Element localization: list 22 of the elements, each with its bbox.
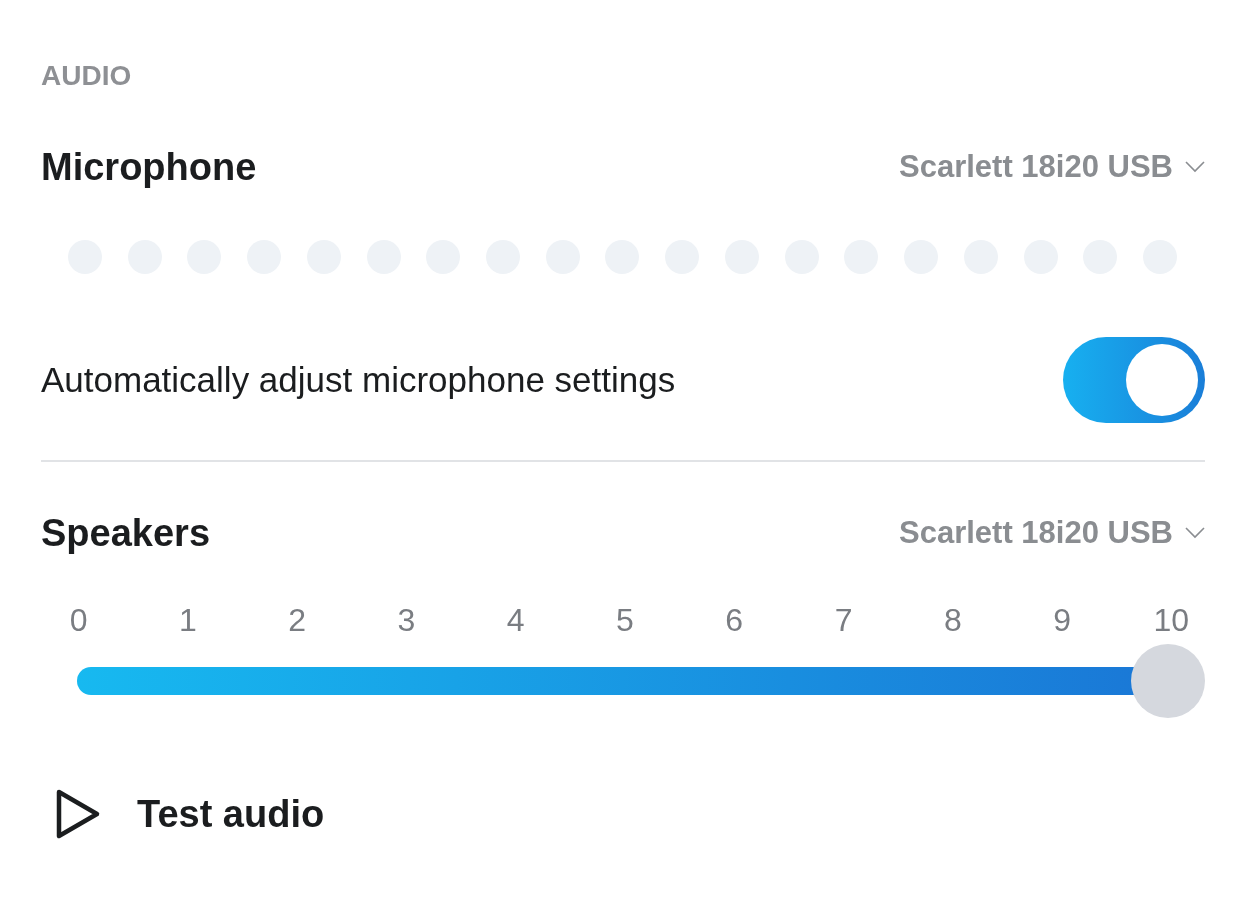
volume-tick-label: 7	[833, 601, 854, 640]
volume-tick-label: 3	[396, 601, 417, 640]
auto-adjust-label: Automatically adjust microphone settings	[41, 360, 676, 400]
section-title: AUDIO	[41, 59, 133, 93]
volume-tick-label: 9	[1052, 601, 1072, 640]
speakers-label: Speakers	[41, 511, 210, 555]
chevron-down-icon	[1185, 527, 1205, 539]
volume-tick-label: 0	[68, 601, 89, 640]
volume-slider[interactable]	[77, 644, 1205, 718]
volume-tick-label: 5	[615, 601, 635, 640]
chevron-down-icon	[1185, 161, 1205, 173]
play-icon	[55, 788, 101, 840]
volume-tick-label: 2	[287, 601, 308, 640]
microphone-label: Microphone	[41, 145, 257, 189]
volume-tick-label: 4	[505, 601, 526, 640]
volume-tick-label: 1	[178, 601, 198, 640]
volume-tick-label: 6	[724, 601, 745, 640]
microphone-dropdown[interactable]: Scarlett 18i20 USB	[899, 149, 1205, 185]
test-audio-button[interactable]: Test audio	[55, 788, 325, 840]
speakers-dropdown[interactable]: Scarlett 18i20 USB	[899, 515, 1205, 551]
volume-tick-label: 8	[942, 601, 963, 640]
volume-tick-label: 10	[1152, 601, 1191, 640]
